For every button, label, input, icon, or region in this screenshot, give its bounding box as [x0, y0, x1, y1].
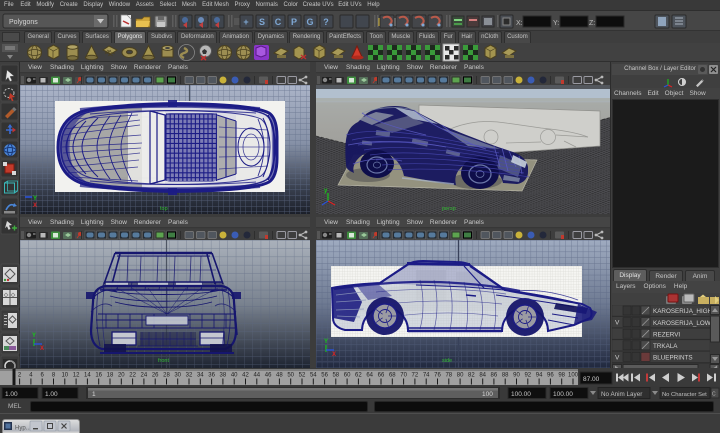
svg-text:KAROSERIJA_LOW: KAROSERIJA_LOW	[653, 320, 711, 327]
svg-text:No Anim Layer: No Anim Layer	[601, 391, 642, 398]
svg-text:94: 94	[536, 373, 543, 379]
svg-text:X: X	[33, 203, 37, 209]
svg-text:58: 58	[332, 373, 339, 379]
svg-text:V: V	[615, 320, 620, 327]
svg-text:50: 50	[287, 373, 294, 379]
svg-text:Y: Y	[32, 333, 36, 339]
svg-text:16: 16	[95, 373, 102, 379]
svg-text:74: 74	[423, 373, 430, 379]
svg-text:68: 68	[389, 373, 396, 379]
svg-text:92: 92	[524, 373, 531, 379]
svg-text:Y: Y	[324, 339, 328, 345]
svg-text:48: 48	[276, 373, 283, 379]
svg-text:C: C	[712, 392, 716, 398]
svg-text:KAROSERIJA_HIGH: KAROSERIJA_HIGH	[653, 308, 713, 315]
svg-text:Hyp...: Hyp...	[15, 426, 31, 432]
svg-text:1: 1	[92, 391, 96, 398]
svg-text:56: 56	[321, 373, 328, 379]
svg-text:30: 30	[174, 373, 181, 379]
svg-text:TRKALA: TRKALA	[653, 343, 678, 350]
svg-text:87.00: 87.00	[583, 376, 600, 383]
svg-text:86: 86	[491, 373, 498, 379]
svg-text:100.00: 100.00	[511, 391, 531, 398]
svg-text:64: 64	[366, 373, 373, 379]
svg-text:No Character Set: No Character Set	[662, 392, 707, 398]
svg-text:+: +	[243, 17, 248, 27]
svg-text:36: 36	[208, 373, 215, 379]
svg-text:96: 96	[547, 373, 554, 379]
svg-text:Polygons: Polygons	[9, 19, 38, 26]
svg-text:12: 12	[73, 373, 80, 379]
svg-text:34: 34	[197, 373, 204, 379]
svg-text:44: 44	[253, 373, 260, 379]
svg-text:22: 22	[129, 373, 136, 379]
svg-text:front: front	[158, 358, 169, 364]
svg-text:?: ?	[323, 17, 329, 27]
svg-text:26: 26	[152, 373, 159, 379]
svg-text:V: V	[615, 354, 620, 361]
svg-text:top: top	[160, 206, 168, 212]
svg-text:54: 54	[310, 373, 317, 379]
svg-text:X:: X:	[516, 20, 523, 27]
svg-text:20: 20	[118, 373, 125, 379]
svg-text:28: 28	[163, 373, 170, 379]
svg-text:side: side	[442, 358, 452, 364]
svg-text:38: 38	[220, 373, 227, 379]
svg-text:24: 24	[141, 373, 148, 379]
svg-text:C: C	[275, 17, 282, 27]
svg-text:84: 84	[479, 373, 486, 379]
svg-text:90: 90	[513, 373, 520, 379]
svg-text:76: 76	[434, 373, 441, 379]
svg-text:100: 100	[568, 373, 579, 379]
svg-text:14: 14	[84, 373, 91, 379]
svg-text:Z:: Z:	[589, 20, 595, 27]
svg-text:62: 62	[355, 373, 362, 379]
svg-text:42: 42	[242, 373, 249, 379]
svg-text:66: 66	[378, 373, 385, 379]
svg-text:Y: Y	[33, 196, 37, 202]
svg-text:88: 88	[502, 373, 509, 379]
svg-text:S: S	[259, 17, 265, 27]
svg-text:72: 72	[412, 373, 419, 379]
svg-text:1.00: 1.00	[45, 391, 58, 398]
svg-text:82: 82	[468, 373, 475, 379]
svg-text:100: 100	[482, 391, 493, 398]
svg-text:98: 98	[558, 373, 565, 379]
svg-text:P: P	[291, 17, 297, 27]
svg-text:G: G	[306, 17, 313, 27]
svg-text:46: 46	[265, 373, 272, 379]
svg-text:52: 52	[299, 373, 306, 379]
svg-text:70: 70	[400, 373, 407, 379]
svg-text:78: 78	[445, 373, 452, 379]
svg-text:10: 10	[61, 373, 68, 379]
svg-text:1.00: 1.00	[5, 391, 18, 398]
svg-text:X: X	[332, 352, 336, 358]
svg-text:BLUEPRINTS: BLUEPRINTS	[653, 355, 693, 362]
svg-text:persp: persp	[442, 206, 456, 212]
svg-text:18: 18	[107, 373, 114, 379]
svg-text:80: 80	[457, 373, 464, 379]
svg-text:32: 32	[186, 373, 193, 379]
svg-text:60: 60	[344, 373, 351, 379]
svg-text:X: X	[40, 346, 44, 352]
svg-text:100.00: 100.00	[553, 391, 573, 398]
svg-text:REZERVI: REZERVI	[653, 331, 680, 338]
svg-text:Y:: Y:	[553, 20, 559, 27]
svg-text:40: 40	[231, 373, 238, 379]
